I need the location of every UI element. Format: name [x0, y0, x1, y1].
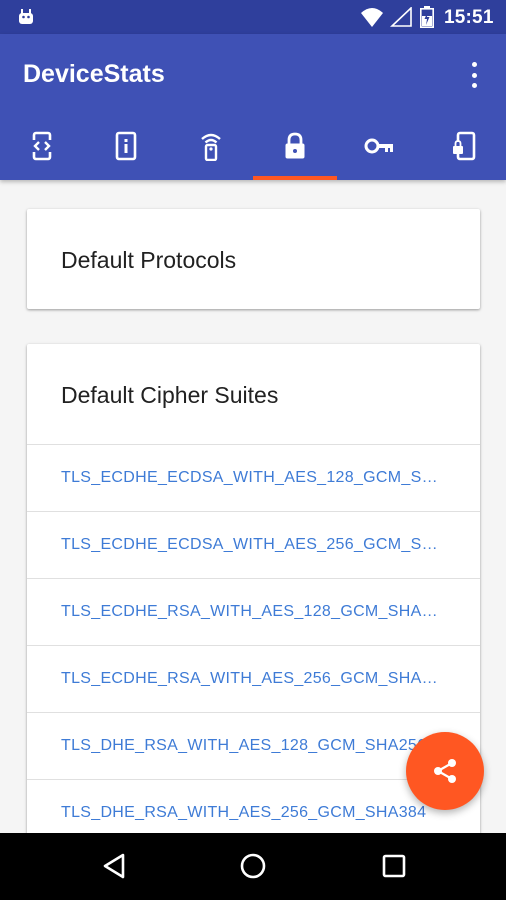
android-icon [19, 9, 33, 24]
status-time: 15:51 [444, 7, 494, 28]
recents-icon[interactable] [379, 851, 409, 881]
default-cipher-suites-title: Default Cipher Suites [61, 382, 279, 408]
key-icon [364, 138, 394, 154]
cipher-suite-item[interactable]: TLS_ECDHE_RSA_WITH_AES_128_GCM_SHA256 [27, 578, 480, 645]
device-info-icon [116, 131, 137, 161]
tab-device-info[interactable] [84, 112, 168, 180]
default-protocols-card: Default Protocols [27, 209, 480, 309]
phone-lock-icon [451, 131, 476, 161]
system-nav-bar [0, 833, 506, 900]
lock-icon [285, 132, 305, 159]
app-title: DeviceStats [23, 60, 165, 88]
cipher-suite-label: TLS_ECDHE_RSA_WITH_AES_128_GCM_SHA256 [61, 603, 440, 620]
cipher-suite-label: TLS_DHE_RSA_WITH_AES_128_GCM_SHA256 [61, 737, 427, 754]
tab-bar [0, 112, 506, 180]
tab-system[interactable] [0, 112, 84, 180]
cipher-suite-item[interactable]: TLS_ECDHE_ECDSA_WITH_AES_256_GCM_SHA384 [27, 511, 480, 578]
signal-icon [390, 7, 412, 27]
cipher-suite-label: TLS_ECDHE_RSA_WITH_AES_256_GCM_SHA384 [61, 670, 440, 687]
tab-security[interactable] [252, 112, 338, 180]
status-bar: 15:51 [0, 0, 506, 34]
cipher-suite-label: TLS_ECDHE_ECDSA_WITH_AES_128_GCM_SHA256 [61, 469, 440, 486]
tab-keys[interactable] [337, 112, 421, 180]
overflow-menu-icon[interactable] [462, 60, 486, 90]
network-icon [201, 133, 221, 161]
cipher-suite-label: TLS_ECDHE_ECDSA_WITH_AES_256_GCM_SHA384 [61, 536, 440, 553]
back-icon[interactable] [99, 851, 129, 881]
battery-icon [420, 6, 434, 28]
default-protocols-title: Default Protocols [61, 247, 237, 273]
tab-device-lock[interactable] [422, 112, 506, 180]
app-bar: DeviceStats [0, 34, 506, 180]
system-icon [30, 131, 55, 161]
share-icon [434, 759, 456, 783]
cipher-suite-item[interactable]: TLS_ECDHE_RSA_WITH_AES_256_GCM_SHA384 [27, 645, 480, 712]
cipher-suite-label: TLS_DHE_RSA_WITH_AES_256_GCM_SHA384 [61, 804, 427, 821]
cipher-suite-item[interactable]: TLS_ECDHE_ECDSA_WITH_AES_128_GCM_SHA256 [27, 444, 480, 511]
home-icon[interactable] [238, 851, 268, 881]
tab-network[interactable] [169, 112, 253, 180]
screen: 15:51 DeviceStats Default Protocols Defa… [0, 0, 506, 900]
share-button[interactable] [406, 732, 484, 810]
wifi-icon [361, 8, 383, 27]
